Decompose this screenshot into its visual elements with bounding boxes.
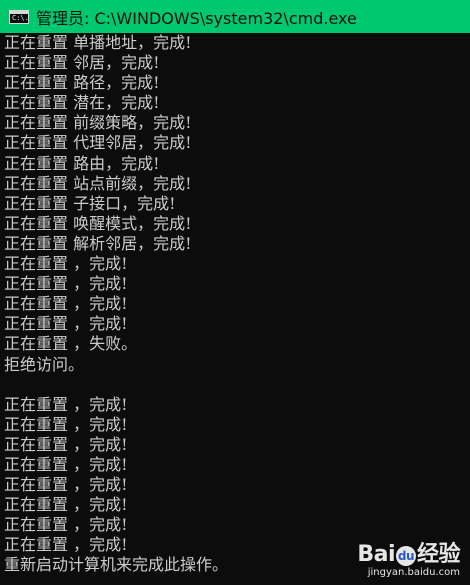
console-line: 正在重置 潜在，完成! xyxy=(4,93,160,113)
window-title: 管理员: C:\WINDOWS\system32\cmd.exe xyxy=(36,8,357,28)
baidu-logo: Bai du 经验 xyxy=(357,543,460,567)
console-line: 正在重置 邻居，完成! xyxy=(4,53,160,73)
baidu-logo-left: Bai xyxy=(357,542,395,567)
cmd-window: C:\. 管理员: C:\WINDOWS\system32\cmd.exe 正在… xyxy=(0,0,470,585)
console-line: 正在重置 ，完成! xyxy=(4,314,128,334)
cmd-icon[interactable]: C:\. xyxy=(9,9,29,24)
console-line: 正在重置 ，完成! xyxy=(4,434,128,454)
console-line: 正在重置 ，完成! xyxy=(4,454,128,474)
console-line: 正在重置 ，完成! xyxy=(4,515,128,535)
console-line: 正在重置 前缀策略，完成! xyxy=(4,113,192,133)
console-line: 正在重置 ，完成! xyxy=(4,414,128,434)
console-line: 正在重置 路径，完成! xyxy=(4,73,160,93)
console-line: 正在重置 代理邻居，完成! xyxy=(4,133,192,153)
console-line: 正在重置 ，完成! xyxy=(4,294,128,314)
console-line: 正在重置 ，完成! xyxy=(4,274,128,294)
console-line: 正在重置 ，完成! xyxy=(4,475,128,495)
console-line: 正在重置 ，失败。 xyxy=(4,334,138,354)
console-line: 正在重置 路由，完成! xyxy=(4,153,160,173)
console-line: 正在重置 唤醒模式，完成! xyxy=(4,213,192,233)
paw-icon: du xyxy=(395,546,416,566)
console-line: 正在重置 ，完成! xyxy=(4,254,128,274)
baidu-logo-right: 经验 xyxy=(416,542,461,567)
console-line: 正在重置 ，完成! xyxy=(4,394,128,414)
console-line: 正在重置 单播地址，完成! xyxy=(4,33,192,52)
console-line: 拒绝访问。 xyxy=(4,354,85,374)
title-bar[interactable]: C:\. 管理员: C:\WINDOWS\system32\cmd.exe xyxy=(0,0,470,33)
cmd-icon-prompt: C:\. xyxy=(12,13,29,22)
console-line: 正在重置 站点前缀，完成! xyxy=(4,173,192,193)
watermark-url: jingyan.baidu.com xyxy=(367,567,460,578)
console-output[interactable]: 正在重置 单播地址，完成! 正在重置 邻居，完成! 正在重置 路径，完成! 正在重置 … xyxy=(0,33,470,585)
console-line: 正在重置 子接口，完成! xyxy=(4,193,176,213)
console-line: 正在重置 解析邻居，完成! xyxy=(4,233,192,253)
console-line: 正在重置 ，完成! xyxy=(4,495,128,515)
baidu-jingyan-watermark: Bai du 经验 jingyan.baidu.com xyxy=(357,543,460,579)
